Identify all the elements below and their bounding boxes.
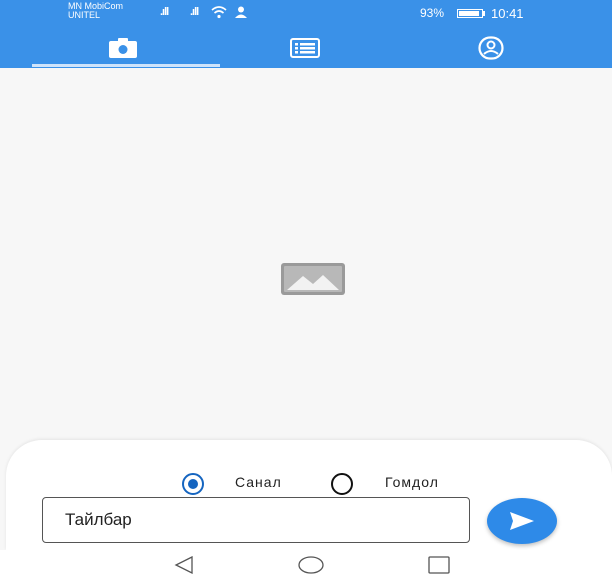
battery-icon: [457, 9, 483, 18]
person-icon: [235, 6, 247, 18]
list-icon: [290, 38, 320, 58]
clock: 10:41: [491, 6, 524, 21]
tab-list[interactable]: [210, 26, 414, 68]
battery-tip: [483, 11, 485, 16]
battery-percent: 93%: [420, 6, 445, 20]
tab-camera[interactable]: [24, 26, 228, 68]
send-button[interactable]: [487, 498, 557, 544]
carrier-names: MN MobiCom UNITEL: [68, 2, 123, 20]
selected-tab-indicator: [32, 64, 220, 67]
status-bar: MN MobiCom UNITEL .ıll .ıll 93% 10:41: [0, 0, 612, 26]
signal-icon-1: .ıll: [160, 6, 169, 18]
description-input[interactable]: Тайлбар: [42, 497, 470, 543]
back-icon[interactable]: [174, 556, 194, 574]
home-icon[interactable]: [298, 556, 324, 574]
navigation-bar: [0, 550, 612, 580]
radio-sanal[interactable]: [182, 473, 204, 495]
send-icon: [510, 512, 534, 530]
description-placeholder: Тайлбар: [65, 510, 132, 529]
radio-label-sanal: Санал: [235, 474, 282, 490]
image-preview-area[interactable]: [0, 68, 612, 460]
radio-label-gomdol: Гомдол: [385, 474, 439, 490]
recents-icon[interactable]: [428, 556, 450, 574]
feedback-form: Санал Гомдол Тайлбар: [6, 440, 612, 550]
image-placeholder-icon: [281, 263, 345, 295]
signal-icon-2: .ıll: [190, 6, 199, 18]
wifi-icon: [211, 6, 227, 19]
profile-icon: [478, 36, 504, 60]
radio-gomdol[interactable]: [331, 473, 353, 495]
camera-icon: [109, 38, 137, 58]
tab-profile[interactable]: [400, 26, 604, 68]
carrier-2: UNITEL: [68, 10, 101, 20]
tab-bar: [0, 26, 612, 68]
